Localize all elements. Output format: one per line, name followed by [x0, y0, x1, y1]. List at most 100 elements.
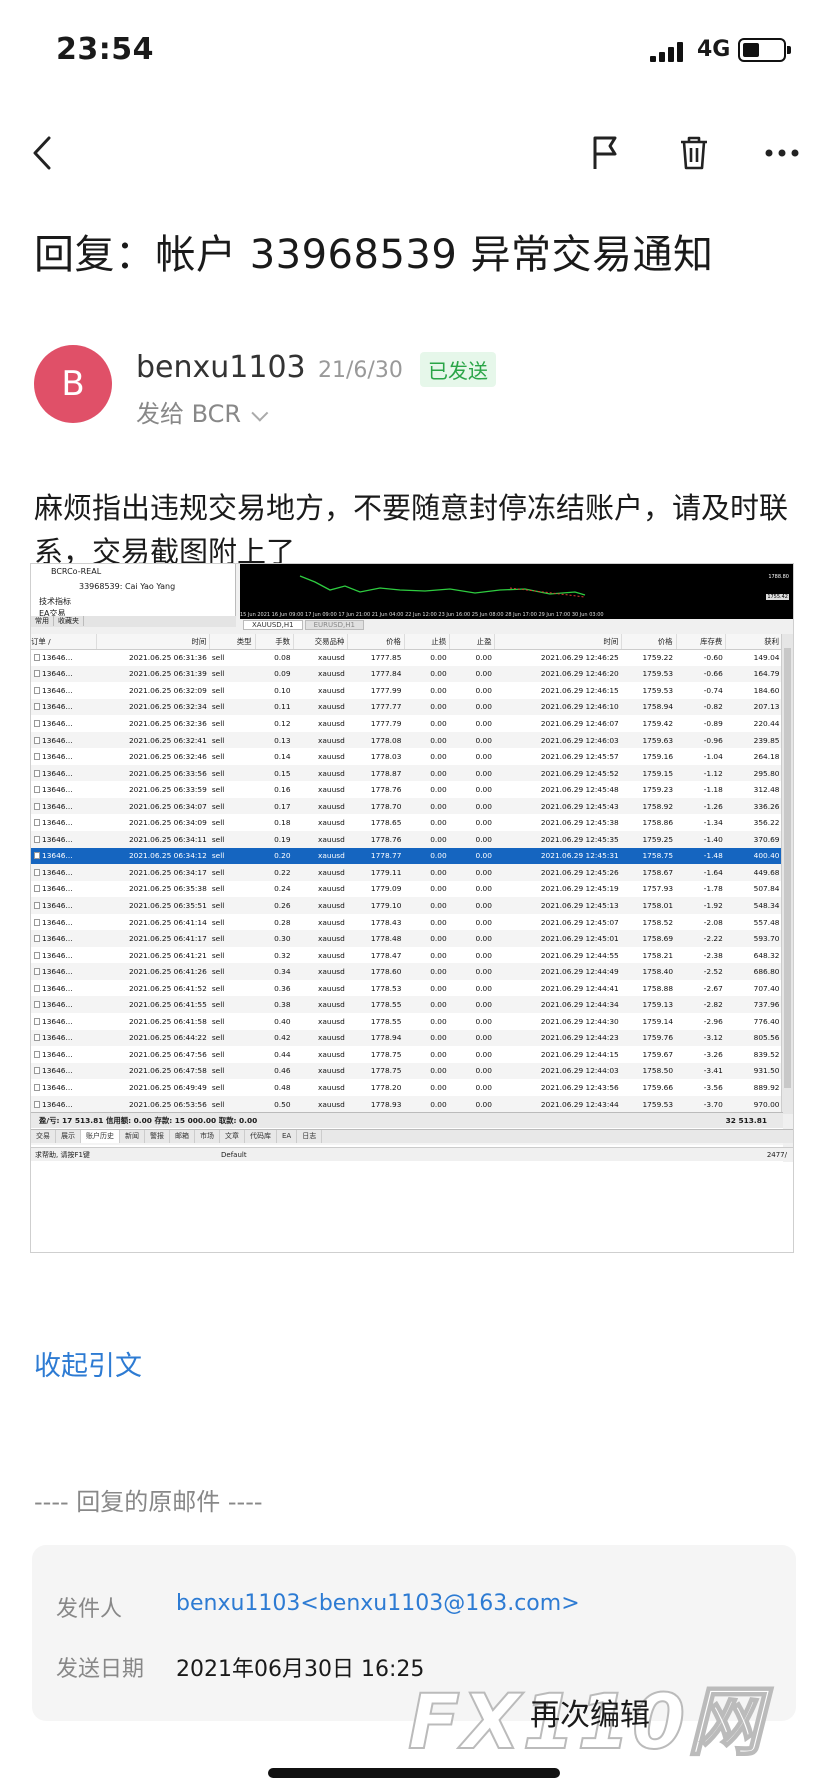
recipient-toggle[interactable]: 发给 BCR	[136, 394, 269, 429]
terminal-tab[interactable]: 邮箱	[170, 1130, 195, 1143]
table-cell: 593.70	[725, 930, 783, 947]
table-row[interactable]: 13646... 2021.06.25 06:32:41 sell 0.13 xauus…	[31, 731, 783, 749]
table-cell: 13646...	[31, 1046, 97, 1063]
table-row[interactable]: 13646... 2021.06.25 06:41:14 sell 0.28 xauus…	[31, 913, 783, 931]
table-row[interactable]: 13646... 2021.06.25 06:41:55 sell 0.38 xauus…	[31, 996, 783, 1014]
table-row[interactable]: 13646... 2021.06.25 06:34:17 sell 0.22 xauus…	[31, 864, 783, 881]
table-cell: sell	[209, 880, 256, 898]
table-cell: 0.00	[449, 764, 495, 782]
table-cell: 0.00	[449, 698, 495, 716]
column-header[interactable]: 止损	[404, 634, 451, 650]
order-id: 13646...	[42, 818, 73, 828]
table-row[interactable]: 13646... 2021.06.25 06:41:52 sell 0.36 xauus…	[31, 979, 783, 997]
column-header[interactable]: 时间	[494, 634, 623, 650]
table-row[interactable]: 13646... 2021.06.25 06:33:56 sell 0.15 xauus…	[31, 764, 783, 782]
original-from-label: 发件人	[56, 1597, 123, 1622]
table-row[interactable]: 13646... 2021.06.25 06:33:59 sell 0.16 xauus…	[31, 781, 783, 798]
table-row[interactable]: 13646... 2021.06.25 06:34:11 sell 0.19 xauus…	[31, 831, 783, 848]
table-cell: xauusd	[293, 797, 348, 815]
terminal-tab[interactable]: 市场	[195, 1130, 220, 1143]
terminal-tab[interactable]: 新闻	[120, 1130, 145, 1143]
scrollbar-thumb[interactable]	[784, 648, 791, 1088]
column-header[interactable]: 库存费	[676, 634, 727, 650]
table-cell: xauusd	[293, 1029, 348, 1047]
table-cell: 0.46	[255, 1062, 294, 1080]
terminal-tab[interactable]: 账户历史	[81, 1130, 120, 1143]
column-header[interactable]: 交易品种	[293, 634, 349, 650]
trash-icon[interactable]	[672, 128, 716, 178]
table-row[interactable]: 13646... 2021.06.25 06:32:34 sell 0.11 xauus…	[31, 698, 783, 716]
table-cell: sell	[209, 946, 256, 964]
table-row[interactable]: 13646... 2021.06.25 06:35:51 sell 0.26 xauus…	[31, 897, 783, 914]
back-icon[interactable]	[22, 128, 62, 178]
table-row[interactable]: 13646... 2021.06.25 06:41:21 sell 0.32 xauus…	[31, 946, 783, 964]
column-header[interactable]: 手数	[255, 634, 295, 650]
terminal-tab[interactable]: 警报	[145, 1130, 170, 1143]
table-cell: 1778.76	[347, 831, 405, 848]
more-icon[interactable]	[760, 128, 804, 178]
table-cell: 13646...	[31, 797, 97, 815]
table-row[interactable]: 13646... 2021.06.25 06:34:07 sell 0.17 xauus…	[31, 797, 783, 815]
chart-tab-xauusd[interactable]: XAUUSD,H1	[243, 620, 303, 630]
table-row[interactable]: 13646... 2021.06.25 06:44:22 sell 0.42 xauus…	[31, 1029, 783, 1047]
terminal-tab[interactable]: 文章	[220, 1130, 245, 1143]
terminal-tab[interactable]: EA	[277, 1130, 298, 1143]
table-cell: 1758.86	[621, 814, 677, 832]
navigator-tree: BCRCo-REAL 33968539: Cai Yao Yang 技术指标 E…	[31, 564, 236, 627]
column-header[interactable]: 价格	[621, 634, 677, 650]
terminal-tab[interactable]: 代码库	[245, 1130, 277, 1143]
order-id: 13646...	[42, 1033, 73, 1043]
table-row[interactable]: 13646... 2021.06.25 06:53:56 sell 0.50 xauus…	[31, 1095, 783, 1113]
table-cell: 1759.53	[621, 1095, 677, 1113]
table-cell: 1758.52	[621, 913, 677, 931]
avatar[interactable]: B	[34, 345, 112, 423]
table-row[interactable]: 13646... 2021.06.25 06:34:12 sell 0.20 xauus…	[31, 847, 783, 865]
nav-bar	[0, 118, 828, 188]
table-cell: sell	[209, 831, 256, 848]
table-header: 订单 / 时间 类型 手数 交易品种 价格 止损 止盈 时间 价格 库存费 获利	[31, 634, 783, 650]
table-row[interactable]: 13646... 2021.06.25 06:41:26 sell 0.34 xauus…	[31, 963, 783, 980]
table-row[interactable]: 13646... 2021.06.25 06:35:38 sell 0.24 xauus…	[31, 880, 783, 898]
flag-icon[interactable]	[584, 128, 628, 178]
column-header[interactable]: 价格	[347, 634, 405, 650]
table-row[interactable]: 13646... 2021.06.25 06:41:58 sell 0.40 xauus…	[31, 1013, 783, 1030]
chart-tab-eurusd[interactable]: EURUSD,H1	[304, 620, 364, 630]
table-cell: 0.48	[255, 1079, 294, 1096]
terminal-tab[interactable]: 展示	[56, 1130, 81, 1143]
column-header[interactable]: 类型	[209, 634, 256, 650]
sender-name[interactable]: benxu1103	[136, 350, 306, 385]
document-icon	[34, 1100, 40, 1108]
table-row[interactable]: 13646... 2021.06.25 06:31:36 sell 0.08 xauus…	[31, 649, 783, 666]
terminal-tab[interactable]: 日志	[297, 1130, 323, 1143]
table-row[interactable]: 13646... 2021.06.25 06:32:46 sell 0.14 xauus…	[31, 748, 783, 765]
table-cell: 13646...	[31, 847, 97, 865]
table-row[interactable]: 13646... 2021.06.25 06:47:56 sell 0.44 xauus…	[31, 1046, 783, 1063]
original-from-address[interactable]: benxu1103<benxu1103@163.com>	[176, 1591, 580, 1616]
table-cell: -0.74	[676, 682, 726, 699]
table-row[interactable]: 13646... 2021.06.25 06:41:17 sell 0.30 xauus…	[31, 930, 783, 947]
table-cell: 2021.06.29 12:45:57	[494, 748, 622, 765]
column-header[interactable]: 获利	[725, 634, 783, 650]
table-row[interactable]: 13646... 2021.06.25 06:31:39 sell 0.09 xauus…	[31, 665, 783, 683]
table-cell: 1759.25	[621, 831, 677, 848]
table-cell: 13646...	[31, 781, 97, 798]
table-cell: 13646...	[31, 897, 97, 914]
column-header[interactable]: 时间	[96, 634, 211, 650]
table-row[interactable]: 13646... 2021.06.25 06:32:36 sell 0.12 xauus…	[31, 715, 783, 732]
table-row[interactable]: 13646... 2021.06.25 06:32:09 sell 0.10 xauus…	[31, 682, 783, 699]
table-row[interactable]: 13646... 2021.06.25 06:49:49 sell 0.48 xauus…	[31, 1079, 783, 1096]
table-cell: -2.08	[676, 913, 726, 931]
table-row[interactable]: 13646... 2021.06.25 06:47:58 sell 0.46 xauus…	[31, 1062, 783, 1080]
table-cell: 0.00	[404, 963, 450, 980]
terminal-tab[interactable]: 交易	[31, 1130, 56, 1143]
collapse-quote-link[interactable]: 收起引文	[34, 1344, 142, 1383]
column-header[interactable]: 止盈	[449, 634, 496, 650]
table-row[interactable]: 13646... 2021.06.25 06:34:09 sell 0.18 xauus…	[31, 814, 783, 832]
order-id: 13646...	[42, 1000, 73, 1010]
table-scrollbar[interactable]	[781, 634, 793, 1114]
column-header[interactable]: 订单 /	[31, 634, 98, 650]
edit-again-button[interactable]: 再次编辑	[530, 1690, 650, 1734]
table-cell: -1.26	[676, 797, 726, 815]
trade-screenshot[interactable]: BCRCo-REAL 33968539: Cai Yao Yang 技术指标 E…	[30, 563, 794, 1253]
terminal-tabs: 交易 展示 账户历史 新闻 警报 邮箱 市场 文章 代码库 EA 日志	[31, 1129, 793, 1143]
